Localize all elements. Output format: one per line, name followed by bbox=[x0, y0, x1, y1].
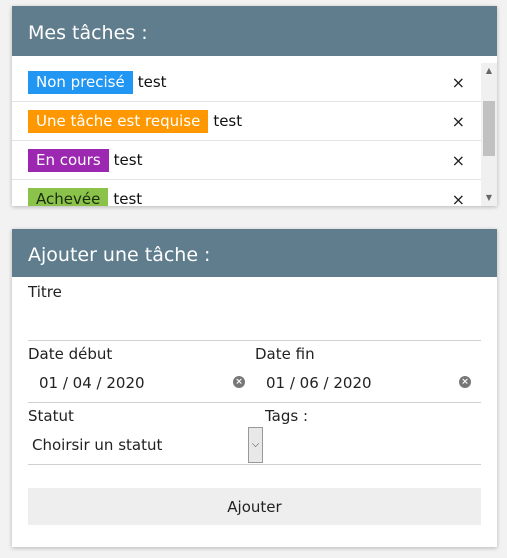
tags-label: Tags : bbox=[265, 407, 309, 425]
task-list-scrollbar[interactable]: ▲ ▼ bbox=[481, 63, 497, 206]
add-task-panel: Ajouter une tâche : Titre Date début 01 … bbox=[12, 229, 497, 547]
status-badge: Une tâche est requise bbox=[28, 109, 209, 133]
task-name: test bbox=[113, 151, 143, 169]
status-badge: Achevée bbox=[28, 187, 109, 206]
scroll-thumb[interactable] bbox=[483, 101, 495, 156]
task-name: test bbox=[213, 112, 243, 130]
task-row: Non precisé test × bbox=[12, 63, 481, 102]
status-select[interactable]: Choirsir un statut bbox=[32, 436, 162, 454]
task-name: test bbox=[137, 73, 167, 91]
delete-task-button[interactable]: × bbox=[452, 151, 465, 170]
status-badge: Non precisé bbox=[28, 70, 133, 94]
title-field-label: Titre bbox=[28, 283, 62, 301]
status-tags-underline bbox=[28, 464, 481, 465]
start-date-underline bbox=[28, 402, 255, 403]
end-date-label: Date fin bbox=[255, 345, 315, 363]
title-input-underline bbox=[28, 340, 481, 341]
title-input[interactable] bbox=[28, 309, 481, 337]
task-row: En cours test × bbox=[12, 141, 481, 180]
delete-task-button[interactable]: × bbox=[452, 112, 465, 131]
tags-input[interactable] bbox=[265, 429, 481, 461]
task-row: Une tâche est requise test × bbox=[12, 102, 481, 141]
chevron-down-icon[interactable]: ⌵ bbox=[248, 427, 263, 463]
task-list: Non precisé test × Une tâche est requise… bbox=[12, 63, 481, 206]
tasks-panel-title: Mes tâches : bbox=[12, 6, 497, 56]
delete-task-button[interactable]: × bbox=[452, 73, 465, 92]
start-date-label: Date début bbox=[28, 345, 113, 363]
clear-start-date-icon[interactable]: × bbox=[233, 376, 245, 388]
add-task-panel-title: Ajouter une tâche : bbox=[12, 229, 497, 277]
task-row: Achevée test × bbox=[12, 180, 481, 206]
end-date-input[interactable]: 01 / 06 / 2020 bbox=[266, 374, 372, 392]
start-date-input[interactable]: 01 / 04 / 2020 bbox=[39, 374, 145, 392]
status-label: Statut bbox=[28, 407, 74, 425]
scroll-up-icon[interactable]: ▲ bbox=[481, 65, 497, 77]
tasks-panel: Mes tâches : Non precisé test × Une tâch… bbox=[12, 6, 497, 206]
delete-task-button[interactable]: × bbox=[452, 190, 465, 206]
clear-end-date-icon[interactable]: × bbox=[459, 376, 471, 388]
end-date-underline bbox=[255, 402, 481, 403]
status-badge: En cours bbox=[28, 148, 109, 172]
task-name: test bbox=[113, 190, 143, 206]
scroll-down-icon[interactable]: ▼ bbox=[481, 192, 497, 204]
add-task-button[interactable]: Ajouter bbox=[28, 488, 481, 525]
